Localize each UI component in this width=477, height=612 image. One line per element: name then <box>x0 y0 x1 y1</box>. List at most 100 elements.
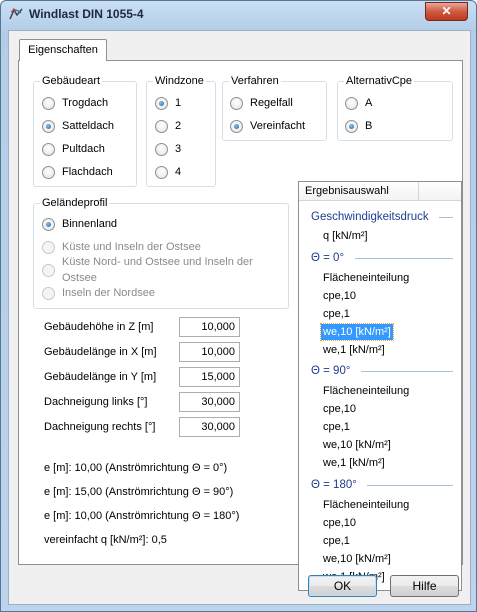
group-title: Gebäudeart <box>40 74 103 88</box>
item-we1[interactable]: we,1 [kN/m²] <box>321 455 387 471</box>
item-we10-selected[interactable]: we,10 [kN/m²] <box>320 323 394 341</box>
radio-label: Flachdach <box>62 166 113 178</box>
group-gelaendeprofil: Geländeprofil Binnenland Küste und Insel… <box>33 196 289 309</box>
group-gebaeudeart: Gebäudeart Trogdach Satteldach Pultdach … <box>33 74 137 187</box>
label-dachneigung-rechts: Dachneigung rechts [°] <box>44 421 156 433</box>
radio-pultdach[interactable]: Pultdach <box>42 141 105 157</box>
ergebnis-list[interactable]: Ergebnisauswahl Geschwindigkeitsdruck q … <box>298 181 462 591</box>
radio-kueste-nord-ostsee[interactable]: Küste Nord- und Ostsee und Inseln der Os… <box>42 256 288 284</box>
ok-button[interactable]: OK <box>308 575 377 597</box>
item-we10[interactable]: we,10 [kN/m²] <box>321 437 393 453</box>
radio-indicator[interactable] <box>155 142 168 156</box>
input-gebaeudehoehe[interactable]: 10,000 <box>179 317 240 337</box>
group-separator <box>367 485 453 486</box>
input-dachneigung-rechts[interactable]: 30,000 <box>179 417 240 437</box>
radio-indicator[interactable] <box>42 165 55 179</box>
radio-label: Inseln der Nordsee <box>62 287 155 299</box>
info-q-vereinfacht: vereinfacht q [kN/m²]: 0,5 <box>44 534 167 546</box>
group-title: Verfahren <box>229 74 281 88</box>
radio-indicator[interactable] <box>345 119 358 133</box>
ergebnis-header[interactable]: Ergebnisauswahl <box>299 182 419 201</box>
radio-inseln-nordsee[interactable]: Inseln der Nordsee <box>42 285 155 301</box>
info-e-0: e [m]: 10,00 (Anströmrichtung Θ = 0°) <box>44 462 228 474</box>
radio-label: B <box>365 120 373 132</box>
tab-eigenschaften[interactable]: Eigenschaften <box>19 39 107 61</box>
help-button[interactable]: Hilfe <box>390 575 459 597</box>
group-alternativcpe: AlternativCpe A B <box>337 74 453 141</box>
label-dachneigung-links: Dachneigung links [°] <box>44 396 148 408</box>
radio-alternativ-a[interactable]: A <box>345 95 372 111</box>
radio-label: Küste Nord- und Ostsee und Inseln der Os… <box>62 256 253 284</box>
item-we1[interactable]: we,1 [kN/m²] <box>321 342 387 358</box>
radio-kueste-ostsee[interactable]: Küste und Inseln der Ostsee <box>42 239 201 255</box>
radio-indicator[interactable] <box>42 142 55 156</box>
radio-label: Binnenland <box>62 218 118 230</box>
dialog-client: Eigenschaften Gebäudeart Trogdach Sattel… <box>8 30 471 605</box>
radio-indicator[interactable] <box>155 165 168 179</box>
radio-indicator[interactable] <box>42 96 55 110</box>
item-flaecheneinteilung[interactable]: Flächeneinteilung <box>321 270 411 286</box>
radio-indicator[interactable] <box>42 263 55 277</box>
radio-label: 4 <box>175 166 182 178</box>
item-cpe1[interactable]: cpe,1 <box>321 533 352 549</box>
item-cpe10[interactable]: cpe,10 <box>321 288 358 304</box>
radio-label: 2 <box>175 120 182 132</box>
title-bar[interactable]: Windlast DIN 1055-4 ✕ <box>1 1 476 27</box>
group-theta-90[interactable]: Θ = 90° <box>311 364 350 378</box>
app-icon <box>9 8 23 20</box>
radio-indicator[interactable] <box>42 119 55 133</box>
group-separator <box>355 258 453 259</box>
radio-indicator[interactable] <box>42 286 55 300</box>
info-e-180: e [m]: 10,00 (Anströmrichtung Θ = 180°) <box>44 510 240 522</box>
item-flaecheneinteilung[interactable]: Flächeneinteilung <box>321 383 411 399</box>
radio-windzone-4[interactable]: 4 <box>155 164 181 180</box>
radio-label: 3 <box>175 143 182 155</box>
radio-indicator[interactable] <box>345 96 358 110</box>
group-theta-0[interactable]: Θ = 0° <box>311 251 344 265</box>
close-button[interactable]: ✕ <box>425 2 468 21</box>
group-title: Geländeprofil <box>40 196 110 210</box>
radio-binnenland[interactable]: Binnenland <box>42 216 117 232</box>
radio-indicator[interactable] <box>42 217 55 231</box>
label-gebaeudelaenge-y: Gebäudelänge in Y [m] <box>44 371 157 383</box>
radio-vereinfacht[interactable]: Vereinfacht <box>230 118 305 134</box>
radio-windzone-2[interactable]: 2 <box>155 118 181 134</box>
radio-alternativ-b[interactable]: B <box>345 118 372 134</box>
radio-trogdach[interactable]: Trogdach <box>42 95 108 111</box>
radio-label: Trogdach <box>62 97 109 109</box>
item-cpe1[interactable]: cpe,1 <box>321 306 352 322</box>
radio-windzone-1[interactable]: 1 <box>155 95 181 111</box>
radio-label: Satteldach <box>62 120 114 132</box>
dialog-window: Windlast DIN 1055-4 ✕ Eigenschaften Gebä… <box>0 0 477 612</box>
radio-indicator[interactable] <box>155 119 168 133</box>
group-title: Windzone <box>153 74 206 88</box>
radio-regelfall[interactable]: Regelfall <box>230 95 293 111</box>
radio-indicator[interactable] <box>42 240 55 254</box>
radio-indicator[interactable] <box>230 96 243 110</box>
group-geschwindigkeitsdruck[interactable]: Geschwindigkeitsdruck <box>311 210 429 224</box>
item-cpe10[interactable]: cpe,10 <box>321 401 358 417</box>
item-we10[interactable]: we,10 [kN/m²] <box>321 551 393 567</box>
group-verfahren: Verfahren Regelfall Vereinfacht <box>222 74 327 141</box>
label-gebaeudehoehe: Gebäudehöhe in Z [m] <box>44 321 154 333</box>
item-q[interactable]: q [kN/m²] <box>321 228 370 244</box>
item-flaecheneinteilung[interactable]: Flächeneinteilung <box>321 497 411 513</box>
radio-satteldach[interactable]: Satteldach <box>42 118 114 134</box>
input-gebaeudelaenge-y[interactable]: 15,000 <box>179 367 240 387</box>
group-separator <box>439 217 453 218</box>
radio-label: Küste und Inseln der Ostsee <box>62 241 201 253</box>
label-gebaeudelaenge-x: Gebäudelänge in X [m] <box>44 346 157 358</box>
radio-label: 1 <box>175 97 182 109</box>
radio-windzone-3[interactable]: 3 <box>155 141 181 157</box>
input-dachneigung-links[interactable]: 30,000 <box>179 392 240 412</box>
group-theta-180[interactable]: Θ = 180° <box>311 478 357 492</box>
radio-label: A <box>365 97 373 109</box>
group-separator <box>361 371 453 372</box>
radio-indicator[interactable] <box>230 119 243 133</box>
radio-indicator[interactable] <box>155 96 168 110</box>
item-cpe1[interactable]: cpe,1 <box>321 419 352 435</box>
group-windzone: Windzone 1 2 3 4 <box>146 74 216 187</box>
input-gebaeudelaenge-x[interactable]: 10,000 <box>179 342 240 362</box>
item-cpe10[interactable]: cpe,10 <box>321 515 358 531</box>
radio-flachdach[interactable]: Flachdach <box>42 164 113 180</box>
